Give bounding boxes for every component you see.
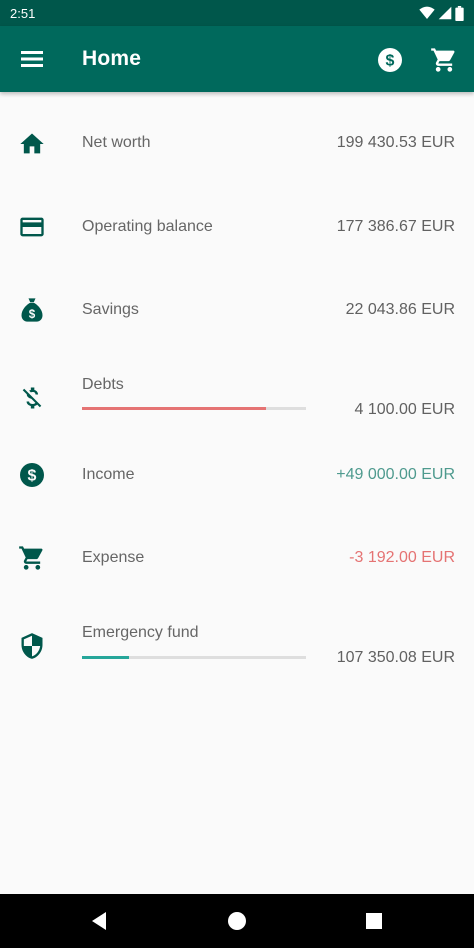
net-worth-label: Net worth (82, 134, 151, 151)
menu-button[interactable] (18, 46, 46, 72)
savings-value: 22 043.86 EUR (345, 301, 455, 318)
app-bar: Home $ (0, 26, 474, 92)
cart-button[interactable] (430, 46, 458, 74)
credit-card-icon (20, 217, 44, 237)
debts-label: Debts (82, 376, 124, 393)
row-expense[interactable]: Expense -3 192.00 EUR (0, 519, 474, 599)
emergency-fund-progress-fill (82, 656, 130, 659)
svg-text:$: $ (29, 308, 36, 321)
status-icons (419, 5, 464, 21)
emergency-fund-label: Emergency fund (82, 624, 199, 641)
status-time: 2:51 (10, 5, 36, 21)
income-label: Income (82, 466, 135, 483)
status-bar: 2:51 (0, 0, 474, 26)
back-triangle-icon (92, 912, 106, 930)
back-button[interactable] (86, 907, 114, 935)
recents-square-icon (366, 913, 382, 929)
wifi-icon (419, 6, 435, 20)
page-title: Home (82, 47, 142, 70)
money-off-icon (22, 387, 42, 409)
battery-icon (455, 5, 464, 21)
svg-text:$: $ (28, 468, 37, 485)
operating-balance-value: 177 386.67 EUR (336, 218, 455, 235)
expense-label: Expense (82, 549, 145, 566)
expense-value: -3 192.00 EUR (349, 549, 455, 566)
money-bag-icon: $ (21, 298, 43, 322)
cart-icon (19, 546, 43, 570)
dollar-circle-icon: $ (378, 48, 402, 72)
shield-icon (21, 633, 43, 659)
savings-label: Savings (82, 301, 139, 318)
row-savings[interactable]: $ Savings 22 043.86 EUR (0, 270, 474, 350)
home-icon (20, 133, 44, 154)
home-nav-button[interactable] (223, 907, 251, 935)
operating-balance-label: Operating balance (82, 218, 213, 235)
income-value: +49 000.00 EUR (336, 466, 455, 483)
row-income[interactable]: $ Income +49 000.00 EUR (0, 436, 474, 516)
system-nav-bar (0, 894, 474, 948)
home-circle-icon (228, 912, 246, 930)
currency-button[interactable]: $ (376, 46, 404, 74)
recents-button[interactable] (360, 907, 388, 935)
debts-value: 4 100.00 EUR (354, 401, 455, 418)
emergency-fund-value: 107 350.08 EUR (336, 649, 455, 666)
debts-progress-fill (82, 407, 266, 410)
row-net-worth[interactable]: Net worth 199 430.53 EUR (0, 104, 474, 184)
debts-progress-bar (82, 407, 306, 410)
emergency-fund-progress-bar (82, 656, 306, 659)
svg-text:$: $ (386, 53, 395, 70)
row-emergency-fund[interactable]: Emergency fund 107 350.08 EUR (0, 602, 474, 682)
dollar-circle-icon: $ (20, 463, 44, 487)
cart-icon (431, 48, 455, 72)
net-worth-value: 199 430.53 EUR (336, 134, 455, 151)
row-debts[interactable]: Debts 4 100.00 EUR (0, 353, 474, 433)
row-operating-balance[interactable]: Operating balance 177 386.67 EUR (0, 187, 474, 267)
signal-icon (438, 6, 452, 20)
menu-icon (21, 51, 43, 67)
